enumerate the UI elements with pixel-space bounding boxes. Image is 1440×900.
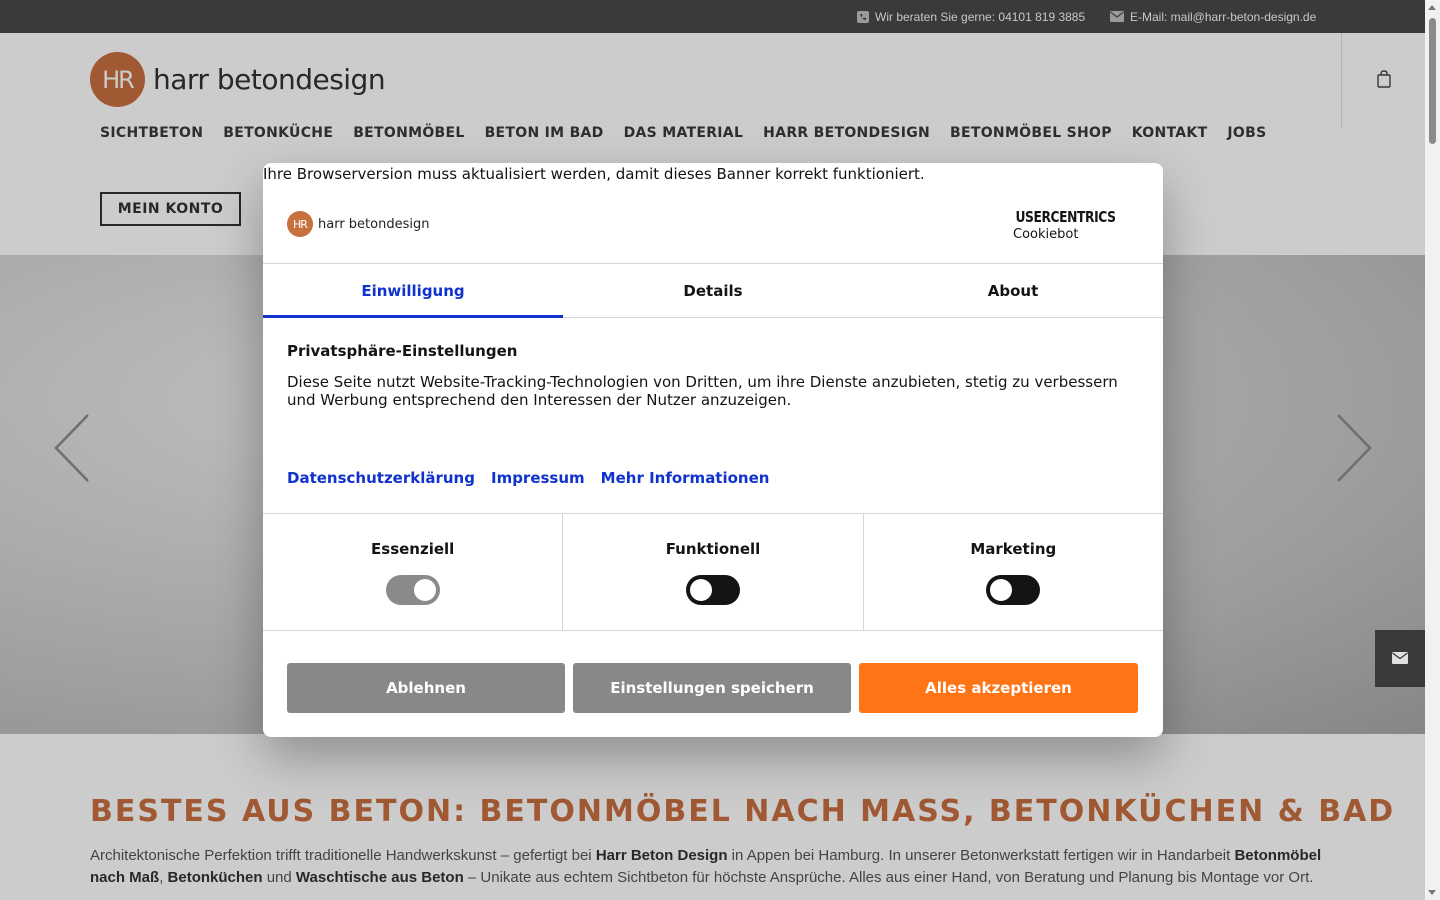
essenziell-toggle xyxy=(385,575,440,605)
browser-update-notice: Ihre Browserversion muss aktualisiert we… xyxy=(263,165,925,183)
category-funktionell: Funktionell xyxy=(563,514,864,630)
scroll-up-arrow[interactable] xyxy=(1428,5,1436,10)
category-label: Marketing xyxy=(970,540,1057,558)
scroll-down-arrow[interactable] xyxy=(1428,890,1436,895)
category-marketing: Marketing xyxy=(864,514,1163,630)
accept-all-button[interactable]: Alles akzeptieren xyxy=(859,663,1138,713)
consent-categories: Essenziell Funktionell Marketing xyxy=(263,513,1163,631)
phone-text: Wir beraten Sie gerne: 04101 819 3885 xyxy=(875,9,1086,24)
category-label: Funktionell xyxy=(665,540,761,558)
usercentrics-text: USERCENTRICS xyxy=(1015,208,1116,226)
phone-contact[interactable]: Wir beraten Sie gerne: 04101 819 3885 xyxy=(857,0,1085,33)
reject-button[interactable]: Ablehnen xyxy=(287,663,565,713)
category-label: Essenziell xyxy=(371,540,455,558)
side-contact-button[interactable] xyxy=(1375,630,1425,687)
category-essenziell: Essenziell xyxy=(263,514,564,630)
dialog-description: Diese Seite nutzt Website-Tracking-Techn… xyxy=(287,373,1118,409)
envelope-icon xyxy=(1392,649,1408,668)
consent-tabs: Einwilligung Details About xyxy=(263,263,1163,318)
phone-icon xyxy=(857,10,869,23)
page-scrollbar[interactable] xyxy=(1425,0,1440,900)
top-contact-bar: Wir beraten Sie gerne: 04101 819 3885 E-… xyxy=(0,0,1425,33)
dialog-links: Datenschutzerklärung Impressum Mehr Info… xyxy=(287,469,769,487)
cookie-consent-dialog: Ihre Browserversion muss aktualisiert we… xyxy=(263,163,1163,737)
toggle-knob xyxy=(689,579,712,601)
dialog-logo: HR harr betondesign xyxy=(287,211,429,237)
email-text: E-Mail: mail@harr-beton-design.de xyxy=(1130,9,1317,24)
envelope-icon xyxy=(1110,11,1124,22)
tab-einwilligung[interactable]: Einwilligung xyxy=(263,264,563,318)
more-info-link[interactable]: Mehr Informationen xyxy=(601,469,770,487)
consent-buttons: Ablehnen Einstellungen speichern Alles a… xyxy=(287,663,1139,713)
funktionell-toggle[interactable] xyxy=(685,575,740,605)
email-contact[interactable]: E-Mail: mail@harr-beton-design.de xyxy=(1110,0,1316,33)
cookiebot-logo[interactable]: USERCENTRICS Cookiebot xyxy=(1013,208,1138,242)
tab-about[interactable]: About xyxy=(863,264,1163,317)
dialog-title: Privatsphäre-Einstellungen xyxy=(287,342,518,360)
toggle-knob xyxy=(413,579,436,601)
usercentrics-brand: USERCENTRICS xyxy=(1013,208,1116,226)
toggle-knob xyxy=(990,579,1013,601)
dialog-logo-text: harr betondesign xyxy=(318,216,430,232)
cookiebot-text: Cookiebot xyxy=(1013,227,1079,242)
save-settings-button[interactable]: Einstellungen speichern xyxy=(573,663,851,713)
privacy-policy-link[interactable]: Datenschutzerklärung xyxy=(287,469,475,487)
scroll-thumb[interactable] xyxy=(1429,18,1436,144)
marketing-toggle[interactable] xyxy=(986,575,1041,605)
tab-details[interactable]: Details xyxy=(563,264,863,317)
imprint-link[interactable]: Impressum xyxy=(491,469,585,487)
dialog-logo-mark: HR xyxy=(287,211,313,237)
